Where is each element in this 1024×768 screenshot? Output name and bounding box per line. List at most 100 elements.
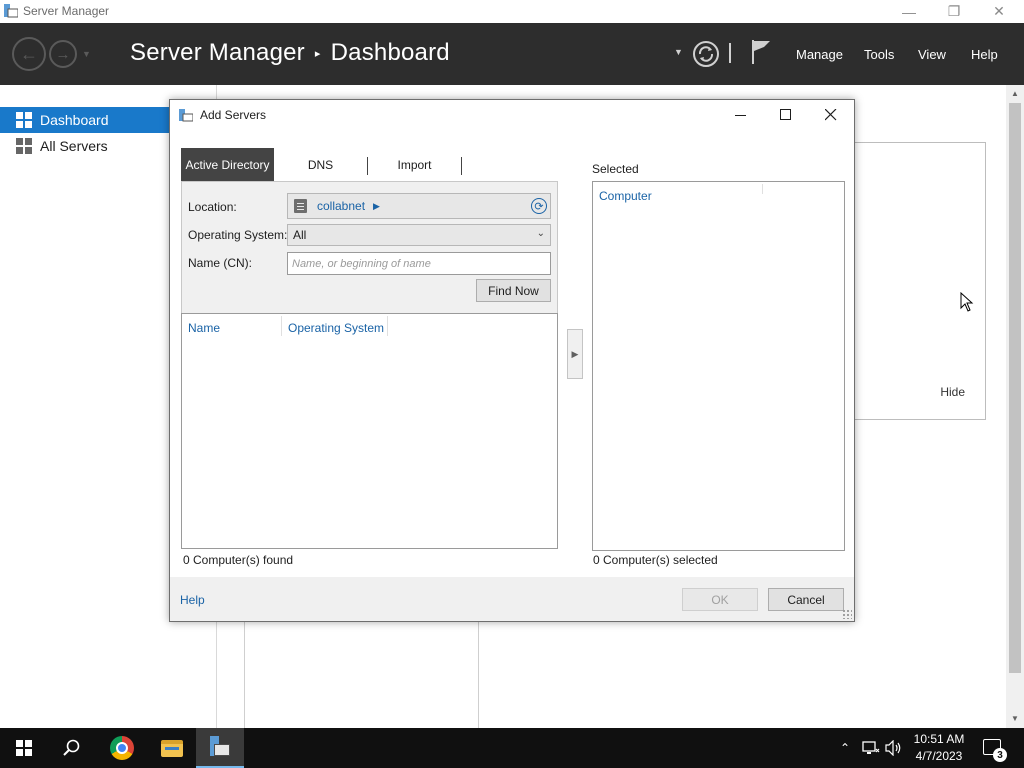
taskbar-chrome[interactable] [98,728,146,768]
column-separator [387,316,388,336]
cancel-button[interactable]: Cancel [768,588,844,611]
selected-list[interactable]: Computer [592,181,845,551]
server-manager-icon [208,736,232,758]
selected-label: Selected [592,162,639,176]
sidebar-item-label: Dashboard [40,112,109,128]
dialog-titlebar: Add Servers [170,100,854,131]
os-select[interactable]: All ⌄ [287,224,551,246]
tab-import[interactable]: Import [368,148,461,181]
column-header-name[interactable]: Name [188,321,220,335]
taskbar-file-explorer[interactable] [148,728,196,768]
minimize-icon: — [902,3,916,20]
ad-search-panel: Location: collabnet ▶ ⟳ Operating System… [181,181,558,313]
minimize-icon [734,115,746,116]
tab-active-directory[interactable]: Active Directory [181,148,274,181]
network-icon[interactable] [862,740,880,756]
arrow-right-icon: ▶ [571,348,579,359]
clock-time: 10:51 AM [913,732,965,746]
close-icon: ✕ [993,3,1005,19]
hide-welcome-link[interactable]: Hide [940,385,965,399]
menu-help[interactable]: Help [971,47,998,62]
chevron-right-icon[interactable]: ▶ [373,201,380,212]
refresh-dropdown-icon[interactable]: ▼ [674,47,683,57]
dialog-maximize-button[interactable] [763,100,808,130]
add-servers-icon [179,109,193,122]
found-status: 0 Computer(s) found [183,553,294,567]
app-header: ← → ▼ Server Manager ▸ Dashboard ▼ Manag… [0,23,1024,85]
server-manager-app-icon [4,4,18,18]
selected-status: 0 Computer(s) selected [593,553,718,567]
file-explorer-icon [161,739,183,757]
ok-button[interactable]: OK [682,588,758,611]
welcome-panel: Hide [854,142,986,420]
notification-badge: 3 [993,748,1007,762]
chrome-icon [110,736,134,760]
breadcrumb: Server Manager ▸ Dashboard [130,39,450,67]
servers-icon [16,138,32,154]
resize-grip-icon[interactable] [842,609,852,619]
back-icon: ← [20,43,38,64]
refresh-location-icon[interactable]: ⟳ [531,198,547,214]
history-dropdown[interactable]: ▼ [82,49,91,59]
column-header-computer[interactable]: Computer [599,189,652,203]
close-window-button[interactable]: ✕ [976,0,1022,23]
breadcrumb-page: Dashboard [330,39,450,66]
volume-icon[interactable] [885,740,903,756]
flag-icon[interactable] [750,39,772,65]
clock[interactable]: 10:51 AM 4/7/2023 [906,731,972,765]
domain-icon [294,199,307,213]
header-divider [729,43,731,63]
breadcrumb-app: Server Manager [130,39,305,66]
column-header-os[interactable]: Operating System [288,321,384,335]
location-field[interactable]: collabnet ▶ ⟳ [287,193,551,219]
scroll-thumb[interactable] [1009,103,1021,673]
forward-icon: → [55,45,71,63]
location-label: Location: [188,200,237,214]
scroll-up-icon[interactable]: ▲ [1011,89,1019,98]
menu-tools[interactable]: Tools [864,47,894,62]
menu-view[interactable]: View [918,47,946,62]
dialog-minimize-button[interactable] [718,100,763,130]
name-label: Name (CN): [188,256,253,270]
menu-manage[interactable]: Manage [796,47,843,62]
refresh-icon[interactable] [692,40,720,68]
help-link[interactable]: Help [180,593,205,607]
start-button[interactable] [0,728,48,768]
close-icon [824,109,836,121]
sidebar-item-label: All Servers [40,138,108,154]
minimize-button[interactable]: — [886,0,932,23]
back-button[interactable]: ← [12,37,46,71]
location-value[interactable]: collabnet [317,199,365,213]
content-scrollbar[interactable]: ▲ ▼ [1006,85,1024,728]
name-input[interactable] [287,252,551,275]
search-icon [63,739,80,756]
find-now-button[interactable]: Find Now [476,279,551,302]
tab-dns[interactable]: DNS [274,148,367,181]
restore-icon: ❐ [947,3,961,19]
chevron-down-icon: ⌄ [536,228,545,239]
os-label: Operating System: [188,228,288,242]
dialog-close-button[interactable] [808,100,853,130]
maximize-icon [779,109,791,120]
taskbar: ⌃ 10:51 AM 4/7/2023 3 [0,728,1024,768]
window-title: Server Manager [23,4,110,18]
taskbar-server-manager[interactable] [196,728,244,768]
dashboard-icon [16,112,32,128]
forward-button[interactable]: → [49,40,77,68]
add-to-selected-button[interactable]: ▶ [567,329,583,379]
column-separator [281,316,282,336]
breadcrumb-separator-icon: ▸ [314,47,321,60]
dialog-footer: Help OK Cancel [170,577,854,621]
search-results-list[interactable]: Name Operating System [181,313,558,549]
scroll-down-icon[interactable]: ▼ [1011,714,1019,723]
show-hidden-icons[interactable]: ⌃ [840,728,850,768]
start-icon [16,740,32,756]
search-button[interactable] [48,728,96,768]
tile-divider [244,622,245,728]
add-servers-dialog: Add Servers Active Directory DNS Import … [169,99,855,622]
tab-separator [461,157,462,175]
dialog-tabs: Active Directory DNS Import [181,148,561,181]
restore-button[interactable]: ❐ [931,0,977,23]
clock-date: 4/7/2023 [915,749,963,763]
os-select-value: All [293,228,307,242]
